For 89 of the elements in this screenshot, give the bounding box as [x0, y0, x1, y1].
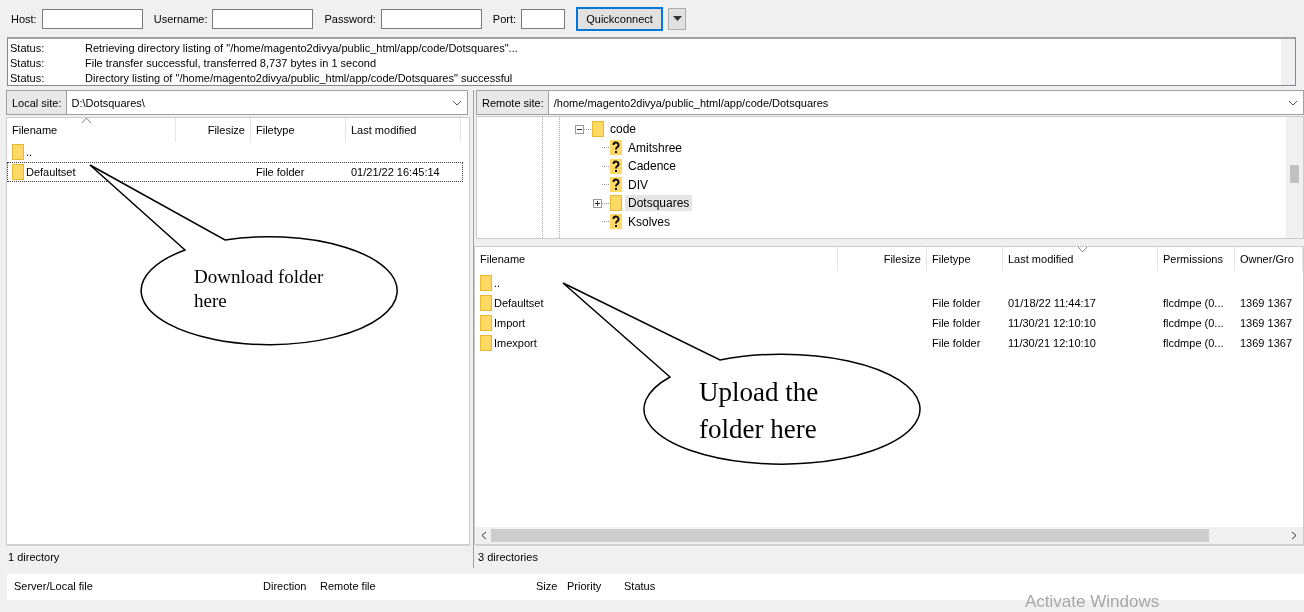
column-header[interactable]: Size: [536, 580, 558, 592]
column-header[interactable]: Status: [624, 580, 656, 592]
file-name: Defaultset: [26, 166, 76, 178]
column-header[interactable]: Filetype: [251, 118, 346, 142]
log-message: Directory listing of "/home/magento2divya/public_html/app/code/Dotsquares" successful: [85, 71, 513, 86]
status-text: 1 directory: [8, 551, 60, 563]
table-cell: File folder: [932, 337, 981, 349]
log-message: File transfer successful, transferred 8,737 bytes in 1 second: [85, 56, 377, 71]
table-cell: 1369 1367: [1240, 297, 1292, 309]
file-name[interactable]: Import: [494, 317, 526, 329]
table-cell: flcdmpe (0...: [1163, 337, 1224, 349]
column-header[interactable]: Permissions: [1158, 247, 1235, 271]
site-label: Local site:: [7, 91, 67, 114]
question-mark-icon: [610, 214, 622, 230]
column-header[interactable]: Filesize: [838, 247, 927, 271]
question-mark-icon: [610, 158, 622, 174]
callout-text: Download folder here: [194, 265, 325, 313]
folder-icon: [12, 144, 24, 160]
question-mark-icon: [610, 177, 622, 193]
chevron-icon: [452, 99, 462, 106]
scrollbar[interactable]: [475, 527, 1303, 544]
scrollbar[interactable]: [1286, 117, 1303, 238]
file-name[interactable]: Defaultset: [494, 297, 544, 309]
field-label: Password:: [324, 12, 376, 25]
caret-icon: [672, 16, 682, 21]
chevron-icon: [1288, 99, 1298, 106]
file-name[interactable]: ..: [494, 277, 501, 289]
log-message: Retrieving directory listing of "/home/magento2divya/public_html/app/code/Dotsquares"...: [85, 41, 518, 56]
table-cell: 1369 1367: [1240, 337, 1292, 349]
tree-item[interactable]: Amitshree: [625, 139, 686, 156]
file-name[interactable]: Imexport: [494, 337, 537, 349]
scrollbar[interactable]: [1281, 39, 1295, 85]
column-header[interactable]: Filesize: [176, 118, 251, 142]
table-cell: 01/18/22 11:44:17: [1008, 297, 1096, 309]
log-label: Status:: [10, 41, 46, 56]
file-name: ..: [26, 146, 33, 158]
table-cell: 11/30/21 12:10:10: [1008, 337, 1096, 349]
column-header[interactable]: Server/Local file: [14, 580, 93, 592]
tree-item[interactable]: Ksolves: [625, 213, 674, 230]
column-header[interactable]: Filetype: [927, 247, 1003, 271]
callout-text: Upload the folder here: [699, 376, 820, 446]
status-text: 3 directories: [478, 551, 538, 563]
table-cell: flcdmpe (0...: [1163, 297, 1224, 309]
quickconnect-button[interactable]: Quickconnect: [576, 6, 664, 31]
field-label: Port:: [492, 12, 517, 25]
tree-item[interactable]: Cadence: [625, 158, 680, 175]
input-field[interactable]: [521, 8, 566, 29]
expander-icon[interactable]: [593, 198, 602, 208]
folder-icon: [480, 275, 492, 291]
column-header[interactable]: Filename: [7, 118, 176, 142]
column-header[interactable]: Filename: [475, 247, 838, 271]
tree-item[interactable]: Dotsquares: [625, 195, 693, 212]
column-header[interactable]: Last modified: [346, 118, 461, 142]
question-mark-icon: [610, 140, 622, 156]
input-field[interactable]: [380, 8, 482, 29]
path-dropdown[interactable]: /home/magento2divya/public_html/app/code/Dotsquares: [548, 91, 1303, 114]
column-header[interactable]: Owner/Gro: [1235, 247, 1303, 271]
file-row[interactable]: Defaultset File folder 01/21/22 16:45:14: [7, 162, 463, 182]
folder-icon: [12, 164, 24, 180]
folder-icon: [480, 315, 492, 331]
column-header[interactable]: Last modified: [1003, 247, 1158, 271]
table-cell: flcdmpe (0...: [1163, 317, 1224, 329]
folder-icon: [480, 335, 492, 351]
table-cell: File folder: [932, 297, 981, 309]
table-cell: 01/21/22 16:45:14: [351, 166, 440, 178]
site-label: Remote site:: [477, 91, 549, 114]
folder-icon: [610, 195, 622, 212]
input-field[interactable]: [41, 8, 143, 29]
path-dropdown[interactable]: D:\Dotsquares\: [66, 91, 467, 114]
log-label: Status:: [10, 71, 46, 86]
tree-item[interactable]: code: [607, 121, 640, 138]
table-cell: 1369 1367: [1240, 317, 1292, 329]
folder-icon: [480, 295, 492, 311]
input-field[interactable]: [212, 8, 314, 29]
log-label: Status:: [10, 56, 46, 71]
field-label: Username:: [153, 12, 208, 25]
column-header[interactable]: Priority: [567, 580, 602, 592]
tree-item[interactable]: DIV: [625, 176, 651, 193]
folder-icon: [592, 121, 604, 138]
column-header[interactable]: Direction: [263, 580, 307, 592]
activation-notice: Activate Windows: [1025, 592, 1160, 612]
table-cell: File folder: [932, 317, 981, 329]
table-cell: File folder: [256, 166, 305, 178]
dropdown-button[interactable]: [668, 7, 687, 30]
file-row[interactable]: ..: [7, 142, 469, 162]
table-cell: 11/30/21 12:10:10: [1008, 317, 1096, 329]
expander-icon[interactable]: [575, 124, 584, 134]
column-header[interactable]: Remote file: [320, 580, 376, 592]
field-label: Host:: [11, 12, 37, 25]
